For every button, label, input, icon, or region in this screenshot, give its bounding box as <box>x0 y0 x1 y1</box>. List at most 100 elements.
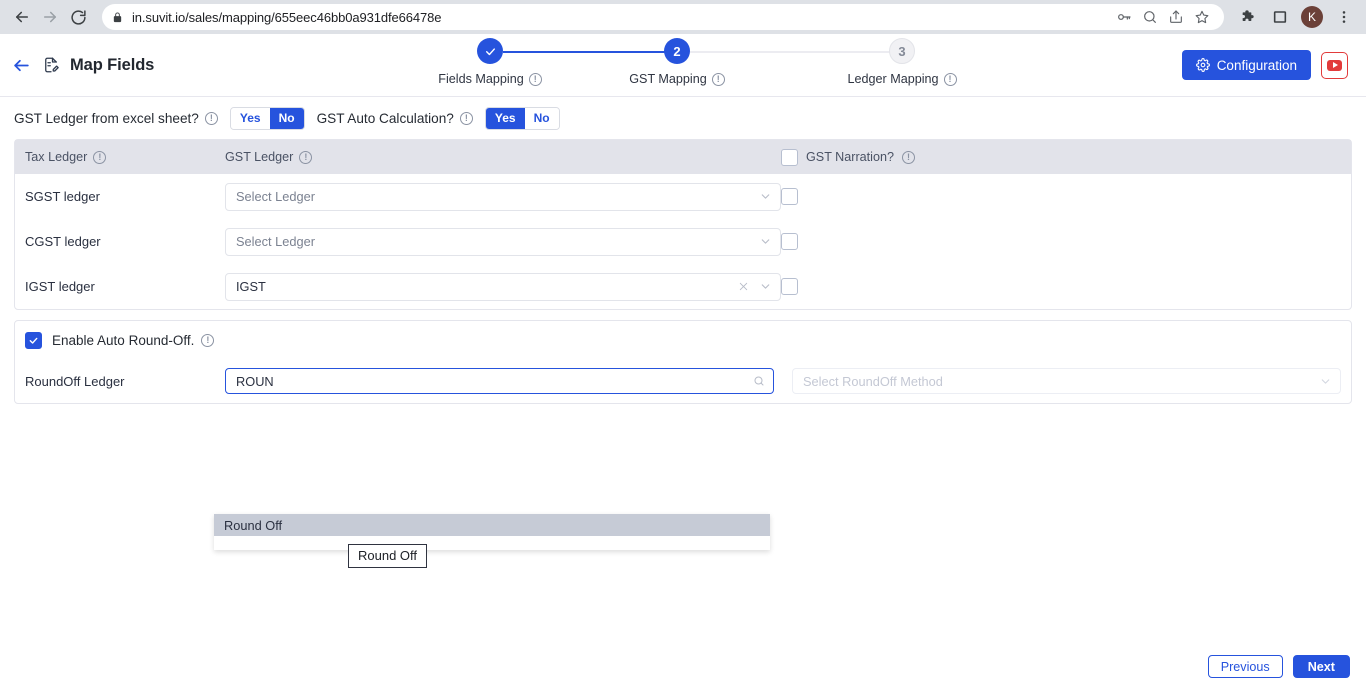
stepper-step-fields-mapping[interactable]: Fields Mapping ! <box>400 38 580 86</box>
info-icon[interactable]: ! <box>528 72 542 86</box>
previous-button[interactable]: Previous <box>1207 655 1283 678</box>
key-icon[interactable] <box>1112 5 1136 29</box>
table-header-gst-narration: GST Narration? ! <box>781 148 915 166</box>
url-text: in.suvit.io/sales/mapping/655eec46bb0a93… <box>132 9 442 25</box>
info-icon[interactable]: ! <box>299 150 313 164</box>
stepper-connector-1 <box>503 51 688 53</box>
roundoff-ledger-dropdown: Round Off <box>214 514 770 550</box>
chevron-down-icon[interactable] <box>759 280 772 293</box>
search-zoom-icon[interactable] <box>1138 5 1162 29</box>
toggle-row: GST Ledger from excel sheet? ! Yes No GS… <box>0 97 1366 139</box>
sgst-narration-checkbox[interactable] <box>781 188 798 205</box>
cgst-ledger-select[interactable]: Select Ledger <box>225 227 781 256</box>
roundoff-method-select[interactable]: Select RoundOff Method <box>792 368 1341 394</box>
browser-forward-icon[interactable] <box>36 3 64 31</box>
magnifier-icon <box>753 375 765 387</box>
browser-tool-icons: K <box>1230 3 1358 31</box>
row-narration-cell-sgst <box>781 188 798 205</box>
next-button[interactable]: Next <box>1292 655 1350 678</box>
roundoff-card: Enable Auto Round-Off. ! RoundOff Ledger… <box>14 320 1352 404</box>
row-select-cell-igst: IGST <box>225 272 781 301</box>
info-icon[interactable]: ! <box>901 150 915 164</box>
cgst-select-chevron <box>759 235 772 248</box>
step-label-1: Fields Mapping ! <box>438 72 542 86</box>
gst-auto-calculation-text: GST Auto Calculation? <box>316 110 454 126</box>
gst-narration-select-all-checkbox[interactable] <box>781 148 798 166</box>
roundoff-ledger-search-input[interactable]: ROUN <box>225 368 774 394</box>
dropdown-option-round-off[interactable]: Round Off <box>214 514 770 536</box>
enable-auto-roundoff-label: Enable Auto Round-Off. ! <box>52 333 215 348</box>
gst-narration-header-text: GST Narration? <box>806 150 894 164</box>
table-header-gst-ledger: GST Ledger ! <box>225 150 781 164</box>
header-left: Map Fields <box>10 54 390 76</box>
row-narration-cell-igst <box>781 278 798 295</box>
back-arrow-icon[interactable] <box>10 54 32 76</box>
three-dot-menu-icon[interactable] <box>1330 3 1358 31</box>
row-label-cgst: CGST ledger <box>25 234 101 249</box>
browser-reload-icon[interactable] <box>64 3 92 31</box>
stepper-step-ledger-mapping[interactable]: 3 Ledger Mapping ! <box>812 38 992 86</box>
browser-back-icon[interactable] <box>8 3 36 31</box>
info-icon[interactable]: ! <box>711 72 725 86</box>
igst-select-actions <box>738 280 772 293</box>
gst-auto-calculation-toggle[interactable]: Yes No <box>484 106 560 130</box>
chevron-down-icon[interactable] <box>1319 375 1332 388</box>
lock-icon <box>112 11 123 24</box>
gst-ledger-from-excel-text: GST Ledger from excel sheet? <box>14 110 199 126</box>
gst-ledger-excel-no[interactable]: No <box>269 107 304 129</box>
stepper-step-gst-mapping[interactable]: 2 GST Mapping ! <box>587 38 767 86</box>
tax-ledger-header-text: Tax Ledger <box>25 150 88 164</box>
roundoff-header: Enable Auto Round-Off. ! <box>15 321 1351 359</box>
sgst-ledger-value: Select Ledger <box>236 189 315 204</box>
step-label-3: Ledger Mapping ! <box>847 72 957 86</box>
youtube-play-glyph <box>1327 59 1342 71</box>
info-icon[interactable]: ! <box>201 333 215 347</box>
gst-ledger-from-excel-label: GST Ledger from excel sheet? ! <box>14 111 218 126</box>
profile-avatar[interactable]: K <box>1298 3 1326 31</box>
row-select-cell-cgst: Select Ledger <box>225 227 781 256</box>
step-circle-2: 2 <box>664 38 690 64</box>
step-circle-1 <box>477 38 503 64</box>
gst-auto-calc-no[interactable]: No <box>524 107 559 129</box>
row-select-cell-sgst: Select Ledger <box>225 182 781 211</box>
igst-narration-checkbox[interactable] <box>781 278 798 295</box>
content-area: GST Ledger from excel sheet? ! Yes No GS… <box>0 97 1366 686</box>
roundoff-ledger-row: RoundOff Ledger ROUN Select RoundOff Met… <box>15 359 1351 403</box>
table-header-row: Tax Ledger ! GST Ledger ! GST Narration?… <box>15 140 1351 174</box>
puzzle-icon[interactable] <box>1234 3 1262 31</box>
chevron-down-icon[interactable] <box>759 190 772 203</box>
page-title: Map Fields <box>70 55 155 74</box>
cgst-narration-checkbox[interactable] <box>781 233 798 250</box>
chevron-down-icon[interactable] <box>759 235 772 248</box>
info-icon[interactable]: ! <box>943 72 957 86</box>
youtube-icon[interactable] <box>1321 51 1348 79</box>
row-label-igst: IGST ledger <box>25 279 95 294</box>
gst-auto-calc-yes[interactable]: Yes <box>485 107 525 129</box>
sgst-ledger-select[interactable]: Select Ledger <box>225 182 781 211</box>
info-icon[interactable]: ! <box>93 150 107 164</box>
table-row: SGST ledger Select Ledger <box>15 174 1351 219</box>
step-label-text-3: Ledger Mapping <box>847 72 939 86</box>
browser-toolbar: in.suvit.io/sales/mapping/655eec46bb0a93… <box>0 0 1366 34</box>
gst-mapping-table: Tax Ledger ! GST Ledger ! GST Narration?… <box>14 139 1352 310</box>
avatar-initial: K <box>1301 6 1323 28</box>
enable-auto-roundoff-checkbox[interactable] <box>25 331 42 349</box>
info-icon[interactable]: ! <box>204 111 218 125</box>
info-icon[interactable]: ! <box>459 111 473 125</box>
gear-icon <box>1195 58 1210 72</box>
star-icon[interactable] <box>1190 5 1214 29</box>
footer-actions: Previous Next <box>1207 655 1350 678</box>
configuration-button[interactable]: Configuration <box>1181 50 1311 80</box>
gst-ledger-excel-yes[interactable]: Yes <box>230 107 270 129</box>
gst-ledger-from-excel-toggle[interactable]: Yes No <box>229 106 305 130</box>
clear-icon[interactable] <box>738 281 749 292</box>
app-header: Map Fields Fields Mapping ! 2 GST Mappin… <box>0 34 1366 97</box>
table-header-tax-ledger: Tax Ledger ! <box>25 150 225 164</box>
gst-auto-calculation-label: GST Auto Calculation? ! <box>317 111 473 126</box>
side-panel-icon[interactable] <box>1266 3 1294 31</box>
roundoff-tooltip: Round Off <box>348 544 428 568</box>
share-icon[interactable] <box>1164 5 1188 29</box>
sgst-select-chevron <box>759 190 772 203</box>
igst-ledger-select[interactable]: IGST <box>225 272 781 301</box>
address-bar[interactable]: in.suvit.io/sales/mapping/655eec46bb0a93… <box>102 4 1224 30</box>
